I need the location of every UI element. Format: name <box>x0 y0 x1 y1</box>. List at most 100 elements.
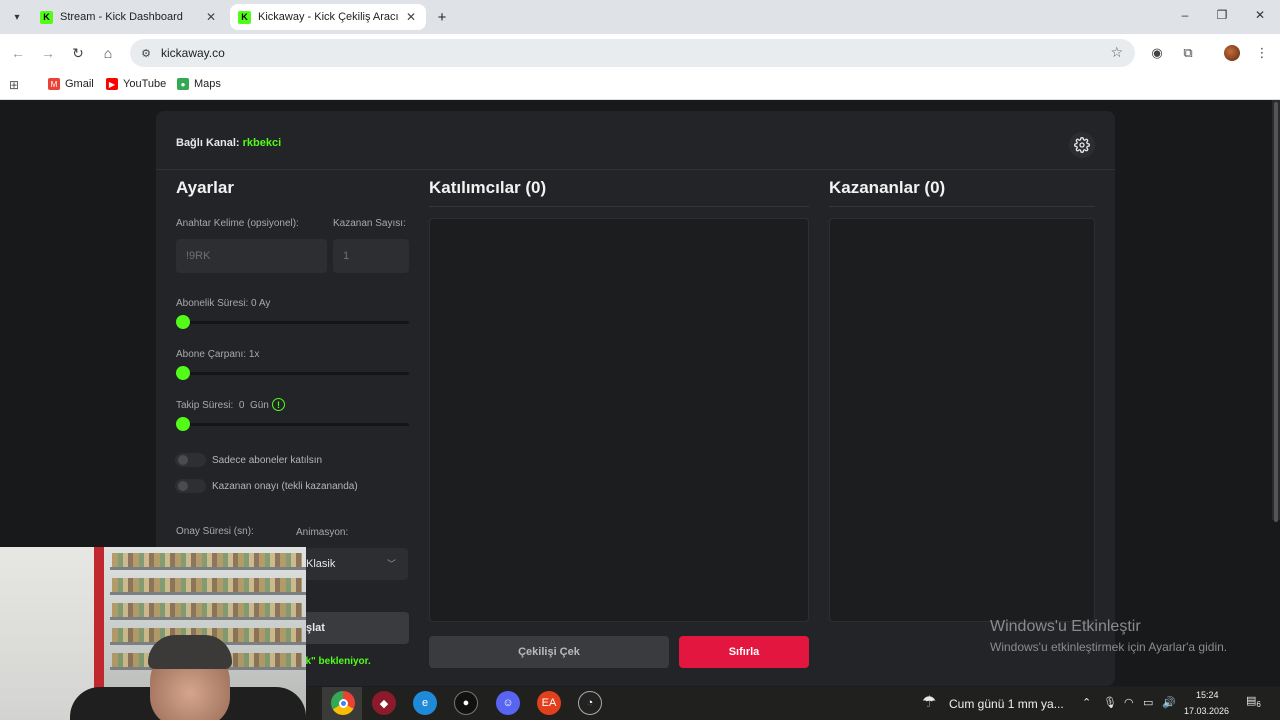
waiting-status: 9rk" bekleniyor. <box>296 656 371 667</box>
tray-chevron-icon[interactable]: ⌃ <box>1082 696 1091 709</box>
bookmark-label: Gmail <box>65 78 94 90</box>
participants-title: Katılımcılar (0) <box>429 178 547 197</box>
chevron-down-icon: ﹀ <box>386 559 396 569</box>
notification-count: 6 <box>1256 700 1261 710</box>
tab-kickaway[interactable]: K Kickaway - Kick Çekiliş Aracı ✕ <box>230 4 426 30</box>
weather-icon[interactable]: ☂ <box>922 692 936 712</box>
follow-value: 0 <box>238 400 245 411</box>
url-text: kickaway.co <box>161 46 225 60</box>
winner-confirm-toggle[interactable] <box>175 479 206 493</box>
app2-taskbar-icon[interactable]: ◔ <box>578 691 602 715</box>
edge-taskbar-icon[interactable]: e <box>413 691 437 715</box>
microphone-icon[interactable]: 🎙 <box>1103 696 1117 709</box>
battery-icon[interactable]: ▭ <box>1143 696 1153 709</box>
close-window-icon[interactable]: ✕ <box>1250 8 1270 22</box>
channel-prefix: Bağlı Kanal: <box>176 137 240 149</box>
volume-icon[interactable]: 🔊 <box>1162 696 1176 709</box>
youtube-icon: ▶ <box>106 78 118 90</box>
chrome-taskbar-icon[interactable] <box>331 691 355 715</box>
reset-button[interactable]: Sıfırla <box>679 636 809 668</box>
confirm-time-label: Onay Süresi (sn): <box>176 526 254 537</box>
channel-name: rkbekci <box>242 137 282 149</box>
keyword-label: Anahtar Kelime (opsiyonel): <box>176 218 299 229</box>
menu-dots-icon[interactable]: ⋮ <box>1252 43 1272 63</box>
sub-duration-slider-handle[interactable] <box>176 315 190 329</box>
extension-icon[interactable]: ◉ <box>1147 43 1167 63</box>
winner-count-label: Kazanan Sayısı: <box>333 218 406 229</box>
sub-duration-slider[interactable] <box>176 321 409 324</box>
follow-label-text: Takip Süresi: <box>176 400 234 411</box>
gear-icon <box>1074 137 1090 153</box>
clock-date[interactable]: 17.03.2026 <box>1184 706 1229 716</box>
extensions-puzzle-icon[interactable]: ⧉ <box>1178 43 1198 63</box>
follow-duration-slider[interactable] <box>176 423 409 426</box>
address-bar[interactable]: ⚙ kickaway.co ☆ <box>130 39 1135 67</box>
activation-watermark-subtitle: Windows'u etkinleştirmek için Ayarlar'a … <box>990 640 1228 654</box>
tab-search-icon[interactable]: ▾ <box>8 8 26 26</box>
follow-unit: Gün <box>249 400 269 411</box>
apps-grid-icon[interactable]: ⊞ <box>9 78 19 92</box>
winner-confirm-label: Kazanan onayı (tekli kazananda) <box>212 481 358 492</box>
obs-taskbar-icon[interactable]: ● <box>454 691 478 715</box>
kick-favicon-icon: K <box>40 10 53 24</box>
gmail-icon: M <box>48 78 60 90</box>
browser-toolbar: ← → ↻ ⌂ ⚙ kickaway.co ☆ ◉ ⧉ ⋮ <box>0 34 1280 72</box>
activation-watermark-title: Windows'u Etkinleştir <box>990 618 1141 635</box>
forward-icon[interactable]: → <box>38 43 58 63</box>
app-taskbar-icon[interactable]: ◆ <box>372 691 396 715</box>
animation-select[interactable]: Klasik ﹀ <box>296 548 408 580</box>
sub-multiplier-slider-handle[interactable] <box>176 366 190 380</box>
notification-icon[interactable]: ▤6 <box>1246 694 1261 709</box>
new-tab-button[interactable]: + <box>432 7 452 27</box>
bookmarks-bar: ⊞ M Gmail ▶ YouTube ● Maps <box>0 72 1280 100</box>
bookmark-label: Maps <box>194 78 221 90</box>
winners-title: Kazananlar (0) <box>829 178 946 197</box>
weather-text[interactable]: Cum günü 1 mm ya... <box>949 697 1064 711</box>
maps-icon: ● <box>177 78 189 90</box>
webcam-overlay <box>0 547 306 720</box>
participants-list[interactable] <box>429 218 809 622</box>
ea-taskbar-icon[interactable]: EA <box>537 691 561 715</box>
winner-count-input[interactable]: 1 <box>333 239 409 273</box>
wifi-icon[interactable]: ◠ <box>1124 696 1134 709</box>
winners-list[interactable] <box>829 218 1095 622</box>
page-scrollbar[interactable] <box>1272 100 1280 522</box>
settings-title: Ayarlar <box>176 178 234 197</box>
tab-stream-dashboard[interactable]: K Stream - Kick Dashboard ✕ <box>32 4 226 30</box>
bookmark-star-icon[interactable]: ☆ <box>1110 44 1123 61</box>
bookmark-youtube[interactable]: ▶ YouTube <box>106 78 166 90</box>
tab-strip: ▾ K Stream - Kick Dashboard ✕ K Kickaway… <box>0 0 1280 34</box>
keyword-input[interactable]: !9RK <box>176 239 327 273</box>
follow-duration-slider-handle[interactable] <box>176 417 190 431</box>
clock-time[interactable]: 15:24 <box>1196 690 1219 700</box>
close-tab-icon[interactable]: ✕ <box>404 10 418 24</box>
reload-icon[interactable]: ↻ <box>68 43 88 63</box>
home-icon[interactable]: ⌂ <box>98 43 118 63</box>
participants-divider <box>429 206 809 207</box>
tab-label: Kickaway - Kick Çekiliş Aracı <box>258 11 399 23</box>
draw-button[interactable]: Çekilişi Çek <box>429 636 669 668</box>
minimize-icon[interactable]: – <box>1175 8 1195 22</box>
animation-label: Animasyon: <box>296 527 349 538</box>
close-tab-icon[interactable]: ✕ <box>204 10 218 24</box>
maximize-icon[interactable]: ❐ <box>1212 8 1232 22</box>
profile-avatar[interactable] <box>1222 43 1242 63</box>
discord-taskbar-icon[interactable]: ☺ <box>496 691 520 715</box>
follow-duration-label: Takip Süresi: 0 Gün <box>176 400 269 411</box>
taskbar <box>306 687 1280 720</box>
sub-multiplier-label: Abone Çarpanı: 1x <box>176 349 260 360</box>
sub-duration-label: Abonelik Süresi: 0 Ay <box>176 298 271 309</box>
subs-only-label: Sadece aboneler katılsın <box>212 455 323 466</box>
start-button[interactable]: şlat <box>296 612 409 644</box>
tab-label: Stream - Kick Dashboard <box>60 11 183 23</box>
subs-only-toggle[interactable] <box>175 453 206 467</box>
back-icon[interactable]: ← <box>8 43 28 63</box>
bookmark-maps[interactable]: ● Maps <box>177 78 221 90</box>
info-icon[interactable]: ! <box>272 398 285 411</box>
bookmark-label: YouTube <box>123 78 167 90</box>
settings-gear-button[interactable] <box>1069 132 1095 158</box>
bookmark-gmail[interactable]: M Gmail <box>48 78 94 90</box>
sub-multiplier-slider[interactable] <box>176 372 409 375</box>
kick-favicon-icon: K <box>238 10 251 24</box>
site-info-icon[interactable]: ⚙ <box>138 45 154 61</box>
